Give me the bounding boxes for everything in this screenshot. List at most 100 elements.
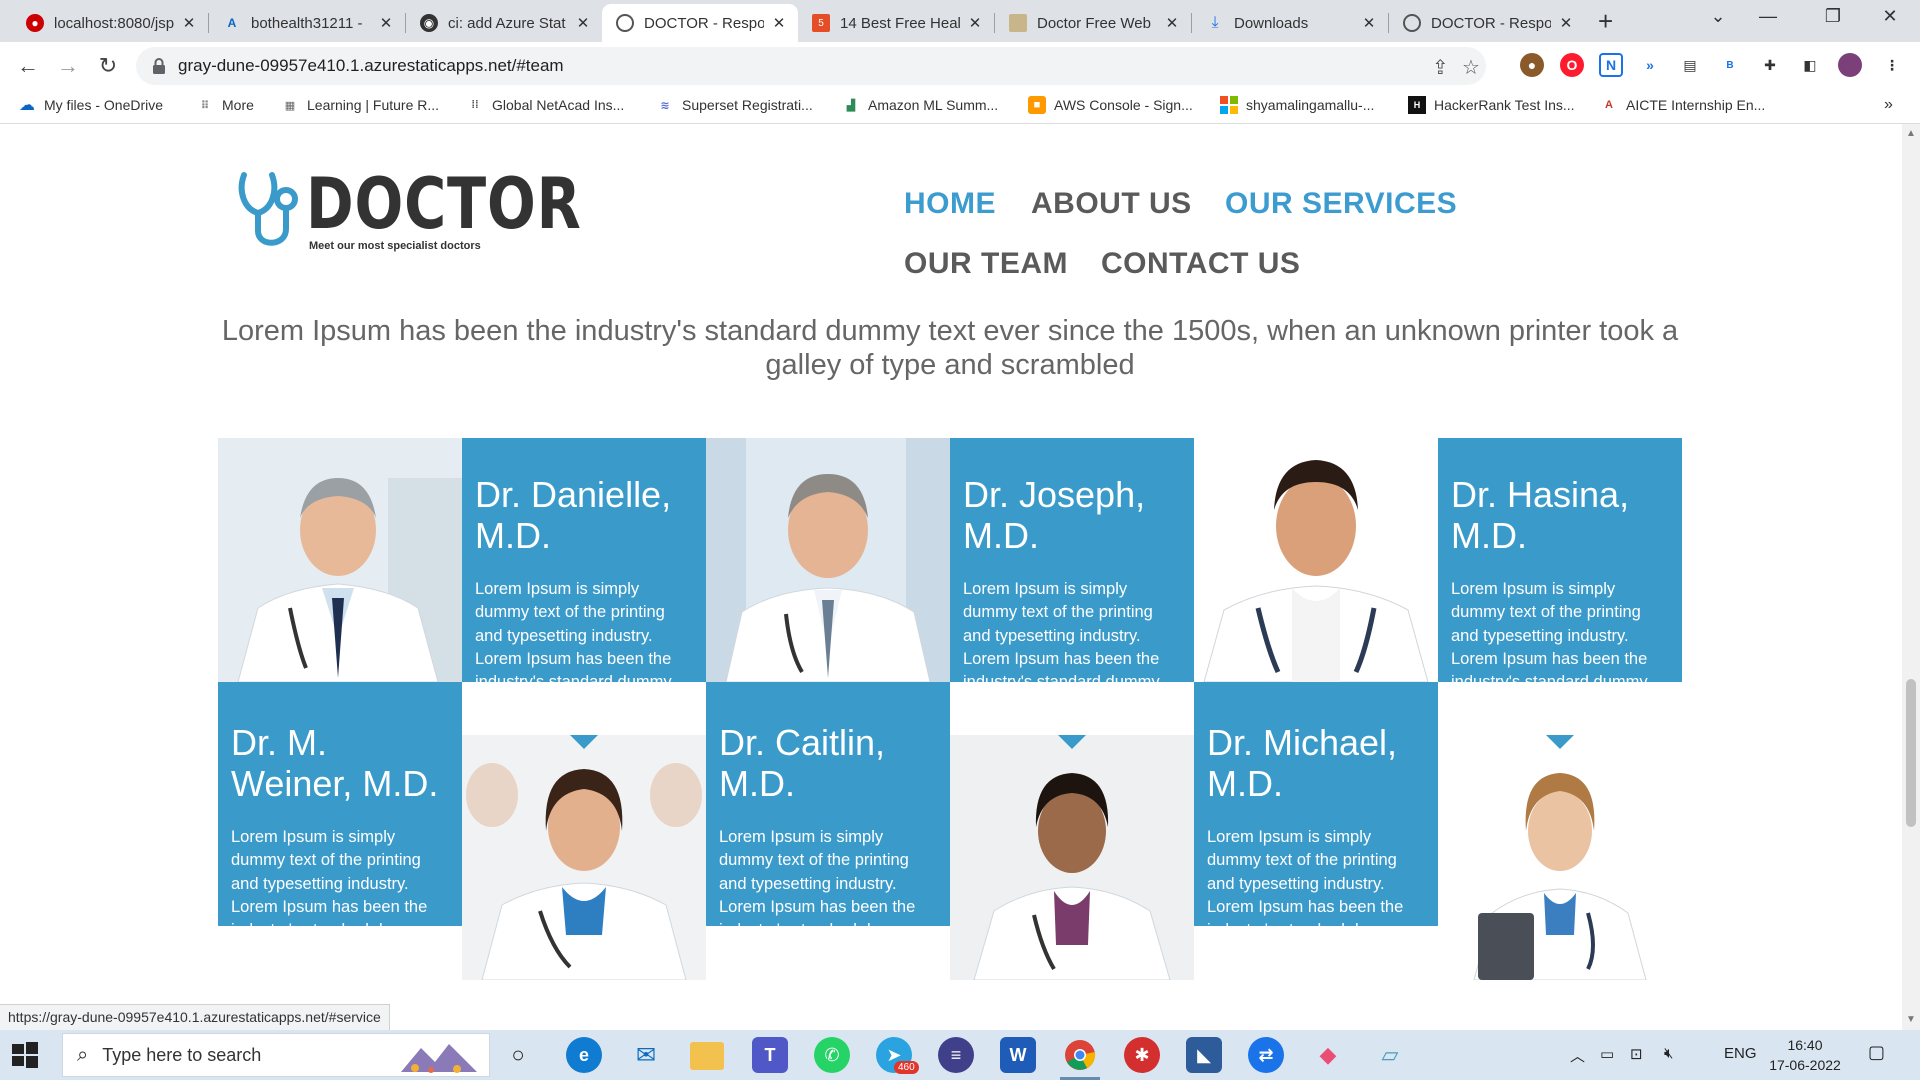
new-tab-button[interactable]: + — [1598, 8, 1613, 34]
tab-title: DOCTOR - Respon — [1431, 14, 1551, 32]
tab-downloads[interactable]: ⤓ Downloads ✕ — [1192, 4, 1388, 42]
globe-icon — [616, 14, 634, 32]
onedrive-icon: ☁ — [19, 97, 35, 114]
azure-icon: A — [227, 16, 237, 30]
tab-doctor-active[interactable]: DOCTOR - Respon ✕ — [602, 4, 798, 42]
minimize-button[interactable]: — — [1748, 6, 1788, 27]
tab-github-ci[interactable]: ◉ ci: add Azure Stat ✕ — [406, 4, 602, 42]
audio-extension-icon[interactable]: » — [1638, 53, 1662, 77]
doctor-card-hasina: Dr. Hasina, M.D. Lorem Ipsum is simply d… — [1438, 438, 1682, 714]
bookmark-label: Global NetAcad Ins... — [492, 97, 625, 113]
close-tab-icon[interactable]: ✕ — [966, 14, 984, 32]
tab-search-chevron-icon[interactable]: ⌄ — [1698, 6, 1738, 27]
system-clock[interactable]: 16:40 17-06-2022 — [1765, 1035, 1845, 1075]
file-explorer-icon[interactable] — [690, 1042, 724, 1070]
close-tab-icon[interactable]: ✕ — [770, 14, 788, 32]
mail-icon[interactable]: ✉ — [628, 1037, 664, 1073]
reader-extension-icon[interactable]: ▤ — [1678, 53, 1702, 77]
side-panel-icon[interactable]: ◧ — [1798, 53, 1822, 77]
notifications-icon[interactable]: ▢ — [1868, 1042, 1885, 1063]
close-tab-icon[interactable]: ✕ — [1163, 14, 1181, 32]
reload-button[interactable]: ↻ — [92, 50, 124, 82]
forward-button[interactable]: → — [52, 50, 84, 82]
taskbar-search-placeholder[interactable]: Type here to search — [102, 1045, 261, 1066]
cookie-extension-icon[interactable]: ● — [1520, 53, 1544, 77]
bookmark-superset[interactable]: ≋ Superset Registrati... — [656, 96, 812, 114]
app-icon[interactable]: ≡ — [938, 1037, 974, 1073]
page-icon — [1009, 14, 1027, 32]
tab-bothealth[interactable]: A bothealth31211 - ✕ — [209, 4, 405, 42]
language-indicator[interactable]: ENG — [1724, 1045, 1757, 1062]
opera-extension-icon[interactable]: O — [1560, 53, 1584, 77]
start-button[interactable] — [10, 1040, 40, 1070]
chrome-icon[interactable] — [1062, 1037, 1098, 1073]
close-tab-icon[interactable]: ✕ — [1360, 14, 1378, 32]
remote-icon[interactable]: ⇄ — [1248, 1037, 1284, 1073]
extensions-puzzle-icon[interactable]: ✚ — [1758, 53, 1782, 77]
task-view-icon[interactable]: ○ — [500, 1037, 536, 1073]
url-text[interactable]: gray-dune-09957e410.1.azurestaticapps.ne… — [178, 56, 564, 76]
app3-icon[interactable]: ◆ — [1310, 1037, 1346, 1073]
profile-avatar[interactable] — [1838, 53, 1862, 77]
show-hidden-icons-chevron[interactable]: ︿ — [1570, 1045, 1585, 1066]
volume-muted-icon[interactable]: 🔇︎ — [1664, 1045, 1673, 1062]
bookmark-hackerrank[interactable]: H HackerRank Test Ins... — [1408, 96, 1575, 114]
close-window-button[interactable]: ✕ — [1870, 6, 1910, 27]
doctor-card-caitlin: Dr. Caitlin, M.D. Lorem Ipsum is simply … — [706, 682, 950, 962]
doctor-photo-4 — [462, 735, 706, 980]
bookmarks-overflow-button[interactable]: » — [1884, 96, 1893, 114]
bookmark-amazon-ml[interactable]: ▟ Amazon ML Summ... — [842, 96, 998, 114]
lock-icon[interactable] — [152, 57, 166, 75]
nav-home[interactable]: HOME — [904, 187, 996, 221]
scroll-up-arrow-icon[interactable]: ▲ — [1906, 128, 1916, 139]
bookmark-learning[interactable]: ▦ Learning | Future R... — [281, 96, 439, 114]
amazon-icon: ▟ — [846, 99, 856, 112]
taskbar-search[interactable]: ⌕ Type here to search — [62, 1033, 490, 1077]
n-extension-icon[interactable]: N — [1599, 53, 1623, 77]
back-button[interactable]: ← — [12, 50, 44, 82]
browser-tab-bar: ● localhost:8080/jsp ✕ A bothealth31211 … — [0, 0, 1920, 42]
vscode-icon[interactable]: ◣ — [1186, 1037, 1222, 1073]
microsoft-icon — [1220, 96, 1238, 114]
edge-icon[interactable]: e — [566, 1037, 602, 1073]
card-pointer — [1546, 735, 1574, 749]
restore-button[interactable]: ❐ — [1813, 6, 1853, 27]
bookmark-aicte[interactable]: A AICTE Internship En... — [1600, 96, 1765, 114]
scrollbar-thumb[interactable] — [1906, 679, 1916, 827]
share-icon[interactable]: ⇪ — [1432, 55, 1449, 80]
tab-best-free-health[interactable]: 5 14 Best Free Heal ✕ — [798, 4, 994, 42]
bookmark-label: shyamalingamallu-... — [1246, 97, 1375, 113]
address-bar[interactable]: gray-dune-09957e410.1.azurestaticapps.ne… — [136, 47, 1486, 85]
bookmark-onedrive[interactable]: ☁ My files - OneDrive — [18, 96, 163, 114]
bookmark-shyamalingam[interactable]: shyamalingamallu-... — [1220, 96, 1374, 114]
stethoscope-icon — [238, 172, 298, 246]
bookmark-star-icon[interactable]: ☆ — [1462, 55, 1480, 80]
page-scrollbar[interactable]: ▲ ▼ — [1902, 124, 1920, 1030]
close-tab-icon[interactable]: ✕ — [377, 14, 395, 32]
network-icon[interactable]: ⊡ — [1630, 1045, 1643, 1063]
menu-kebab-icon[interactable]: ⋮ — [1880, 53, 1904, 77]
scroll-down-arrow-icon[interactable]: ▼ — [1906, 1014, 1916, 1025]
app2-icon[interactable]: ✱ — [1124, 1037, 1160, 1073]
notepad-icon[interactable]: ▱ — [1372, 1037, 1408, 1073]
close-tab-icon[interactable]: ✕ — [180, 14, 198, 32]
nav-contact-us[interactable]: CONTACT US — [1101, 247, 1300, 281]
nav-our-team[interactable]: OUR TEAM — [904, 247, 1068, 281]
battery-icon[interactable]: ▭ — [1600, 1045, 1614, 1063]
tab-doctor-free-web[interactable]: Doctor Free Web ✕ — [995, 4, 1191, 42]
nav-our-services[interactable]: OUR SERVICES — [1225, 187, 1457, 221]
b-extension-icon[interactable]: B — [1718, 53, 1742, 77]
doctor-photo-1 — [218, 438, 462, 682]
windows-taskbar: ⌕ Type here to search ○ e ✉ T ✆ ➤ 460 ≡ … — [0, 1030, 1920, 1080]
bookmark-aws[interactable]: ■ AWS Console - Sign... — [1028, 96, 1193, 114]
tab-doctor-2[interactable]: DOCTOR - Respon ✕ — [1389, 4, 1585, 42]
teams-icon[interactable]: T — [752, 1037, 788, 1073]
close-tab-icon[interactable]: ✕ — [574, 14, 592, 32]
close-tab-icon[interactable]: ✕ — [1557, 14, 1575, 32]
tab-localhost[interactable]: ● localhost:8080/jsp ✕ — [12, 4, 208, 42]
whatsapp-icon[interactable]: ✆ — [814, 1037, 850, 1073]
word-icon[interactable]: W — [1000, 1037, 1036, 1073]
bookmark-more[interactable]: ⠿ More — [196, 96, 254, 114]
nav-about-us[interactable]: ABOUT US — [1031, 187, 1192, 221]
bookmark-netacad[interactable]: ⁞⁞ Global NetAcad Ins... — [466, 96, 624, 114]
